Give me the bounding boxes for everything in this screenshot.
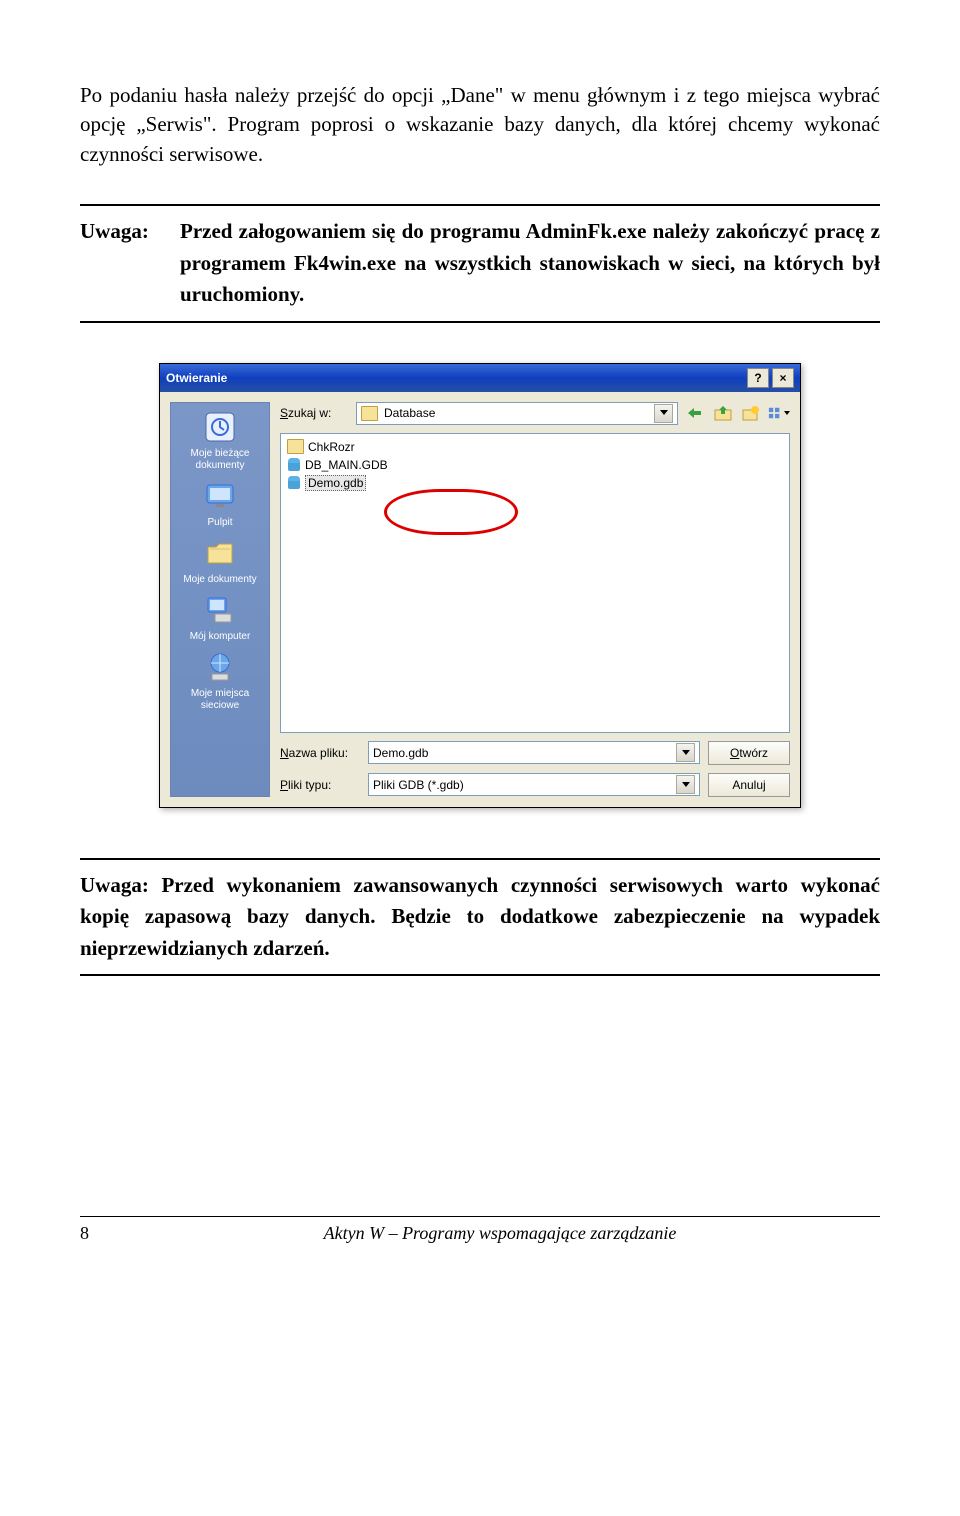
note1-label: Uwaga:: [80, 216, 180, 311]
list-item[interactable]: Demo.gdb: [287, 474, 783, 492]
chevron-down-icon[interactable]: [654, 404, 673, 423]
database-icon: [287, 476, 301, 490]
chevron-down-icon[interactable]: [676, 743, 695, 762]
recent-docs-icon: [202, 409, 238, 445]
note1-text: Przed załogowaniem się do programu Admin…: [180, 216, 880, 311]
file-name: DB_MAIN.GDB: [305, 458, 388, 472]
help-button[interactable]: ?: [747, 368, 769, 388]
up-button[interactable]: [712, 403, 734, 424]
open-dialog-screenshot: Otwieranie ? × Moje bieżące dokumenty Pu…: [80, 363, 880, 808]
list-item[interactable]: DB_MAIN.GDB: [287, 456, 783, 474]
place-recent-label: Moje bieżące dokumenty: [174, 448, 266, 472]
place-mydocs-label: Moje dokumenty: [183, 574, 256, 586]
filetype-label: Pliki typu:: [280, 778, 360, 792]
note-block-2: Uwaga: Przed wykonaniem zawansowanych cz…: [80, 858, 880, 977]
intro-paragraph: Po podaniu hasła należy przejść do opcji…: [80, 81, 880, 169]
place-recent[interactable]: Moje bieżące dokumenty: [174, 409, 266, 472]
list-item[interactable]: ChkRozr: [287, 438, 783, 456]
lookin-label: Szukaj w:: [280, 406, 350, 420]
place-mycomp[interactable]: Mój komputer: [174, 592, 266, 643]
cancel-button[interactable]: Anuluj: [708, 773, 790, 797]
note-block-1: Uwaga: Przed załogowaniem się do program…: [80, 204, 880, 323]
page-footer: 8 Aktyn W – Programy wspomagające zarząd…: [80, 1216, 880, 1244]
back-button[interactable]: [684, 403, 706, 424]
footer-text: Aktyn W – Programy wspomagające zarządza…: [120, 1223, 880, 1244]
folder-icon: [361, 406, 378, 421]
database-icon: [287, 458, 301, 472]
page-number: 8: [80, 1223, 120, 1244]
views-button[interactable]: [768, 403, 790, 424]
file-name: ChkRozr: [308, 440, 355, 454]
title-bar: Otwieranie ? ×: [160, 364, 800, 392]
open-dialog: Otwieranie ? × Moje bieżące dokumenty Pu…: [159, 363, 801, 808]
lookin-combo[interactable]: Database: [356, 402, 678, 425]
place-desktop-label: Pulpit: [207, 517, 232, 529]
folder-icon: [287, 439, 304, 454]
filename-label: Nazwa pliku:: [280, 746, 360, 760]
filename-input[interactable]: Demo.gdb: [368, 741, 700, 764]
places-bar: Moje bieżące dokumenty Pulpit Moje dokum…: [170, 402, 270, 797]
chevron-down-icon[interactable]: [676, 775, 695, 794]
place-desktop[interactable]: Pulpit: [174, 478, 266, 529]
mydocs-icon: [202, 535, 238, 571]
new-folder-button[interactable]: [740, 403, 762, 424]
filetype-value: Pliki GDB (*.gdb): [373, 778, 670, 792]
file-name-selected: Demo.gdb: [305, 475, 366, 491]
filetype-combo[interactable]: Pliki GDB (*.gdb): [368, 773, 700, 796]
mycomp-icon: [202, 592, 238, 628]
filename-value: Demo.gdb: [373, 746, 670, 760]
open-button[interactable]: Otwórz: [708, 741, 790, 765]
place-mycomp-label: Mój komputer: [190, 631, 251, 643]
note2-text: Uwaga: Przed wykonaniem zawansowanych cz…: [80, 873, 880, 960]
place-network-label: Moje miejsca sieciowe: [174, 688, 266, 712]
lookin-value: Database: [384, 406, 648, 420]
file-list[interactable]: ChkRozr DB_MAIN.GDB Demo.gdb: [280, 433, 790, 733]
place-mydocs[interactable]: Moje dokumenty: [174, 535, 266, 586]
dialog-title: Otwieranie: [166, 371, 744, 385]
place-network[interactable]: Moje miejsca sieciowe: [174, 649, 266, 712]
network-icon: [202, 649, 238, 685]
close-button[interactable]: ×: [772, 368, 794, 388]
desktop-icon: [202, 478, 238, 514]
